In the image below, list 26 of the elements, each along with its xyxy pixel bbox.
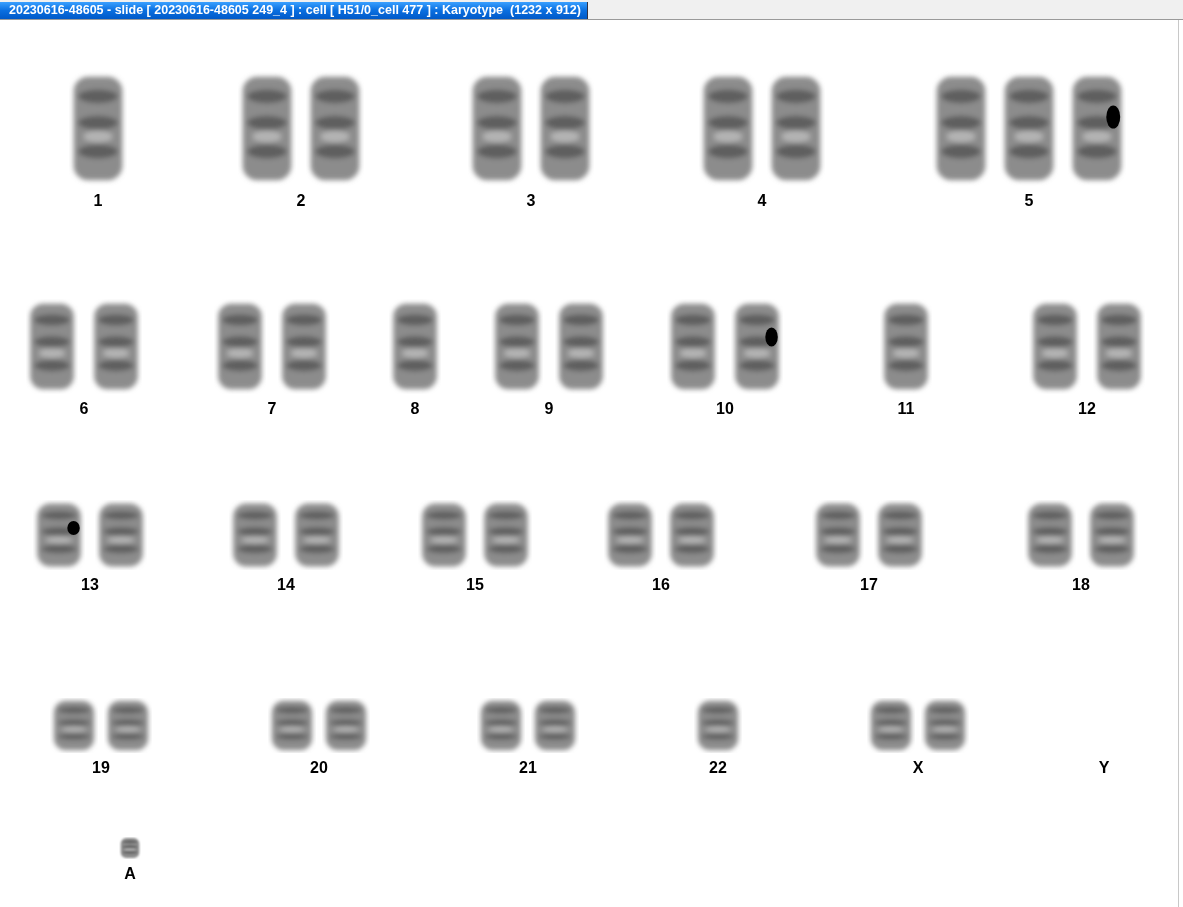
chromosome-label: 7 <box>267 400 277 418</box>
chromosome-label: 19 <box>92 759 110 777</box>
chromosome-label: 14 <box>277 576 295 594</box>
window-title: 20230616-48605 - slide [ 20230616-48605 249_4 ] : cell [ H51/0_cell 477 ] : Karyotype (1232 x 912) <box>0 2 588 19</box>
chromosome-label: 8 <box>410 400 420 418</box>
chromosome-label: 10 <box>716 400 734 418</box>
chromosome-label: 21 <box>519 759 537 777</box>
chromosome-label: 17 <box>860 576 878 594</box>
chromosome-label: Y <box>1098 759 1110 777</box>
chromosome-label: 6 <box>79 400 89 418</box>
chromosome-label: A <box>124 865 136 883</box>
chromosome-label: 16 <box>652 576 670 594</box>
chromosome-label: 12 <box>1078 400 1096 418</box>
chromosome-label: 4 <box>757 192 767 210</box>
chromosome-label: 11 <box>897 400 915 418</box>
chromosome-label: 20 <box>310 759 328 777</box>
chromosome-label: X <box>912 759 924 777</box>
chromosome-label: 3 <box>526 192 536 210</box>
chromosome-label: 5 <box>1024 192 1034 210</box>
chromosome-label: 22 <box>709 759 727 777</box>
chromosome-label: 15 <box>466 576 484 594</box>
chromosome-label: 13 <box>81 576 99 594</box>
chromosome-label: 9 <box>544 400 554 418</box>
chromosome-label: 18 <box>1072 576 1090 594</box>
chromosome-label: 2 <box>296 192 306 210</box>
chromosome-label: 1 <box>93 192 103 210</box>
